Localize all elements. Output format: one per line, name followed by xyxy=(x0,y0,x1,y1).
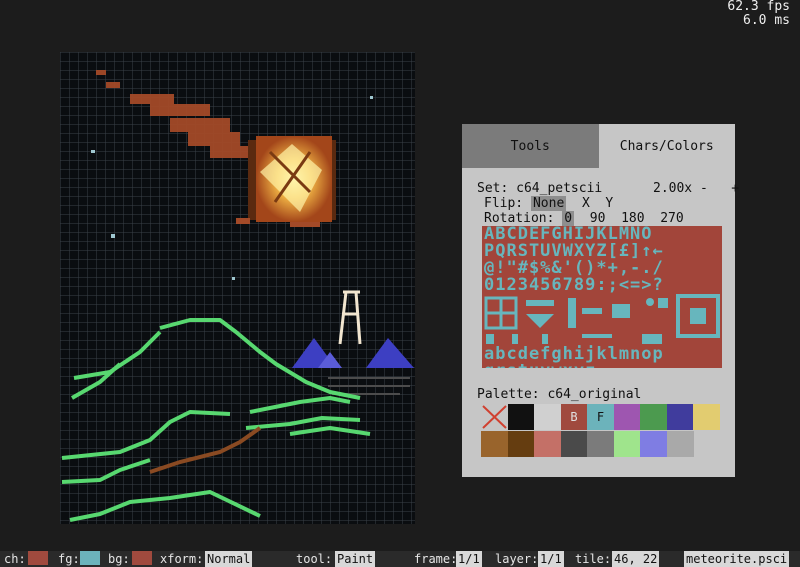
bg-color-swatch[interactable] xyxy=(132,551,152,565)
chars-colors-panel: Tools Chars/Colors Set: c64_petscii 2.00x… xyxy=(462,124,739,477)
canvas-art xyxy=(60,52,415,524)
zoom-in-button[interactable]: + xyxy=(731,181,739,196)
rotation-180-option[interactable]: 180 xyxy=(621,211,644,226)
status-tile-label: tile: xyxy=(575,552,612,566)
fps-readout: 62.3 fps xyxy=(727,0,790,14)
status-fg-label: fg: xyxy=(58,552,80,566)
flip-x-option[interactable]: X xyxy=(582,196,590,211)
status-tool-label: tool: xyxy=(296,552,333,566)
status-tile-value: 46, 22 xyxy=(612,551,660,567)
status-tool-value[interactable]: Paint xyxy=(335,551,376,567)
palette-swatch[interactable] xyxy=(666,404,694,430)
palette-swatch[interactable] xyxy=(640,431,667,457)
palette-swatch[interactable] xyxy=(587,431,614,457)
flip-y-option[interactable]: Y xyxy=(605,196,613,211)
status-layer-label: layer: xyxy=(495,552,539,566)
status-char-label: ch: xyxy=(4,552,26,566)
palette-swatch[interactable] xyxy=(534,404,561,430)
palette-swatch[interactable] xyxy=(481,404,508,430)
palette-swatch[interactable]: F xyxy=(587,404,614,430)
status-xform-value[interactable]: Normal xyxy=(205,551,253,567)
palette-swatch[interactable] xyxy=(507,404,535,430)
palette-swatch[interactable] xyxy=(534,431,561,457)
zoom-out-button[interactable]: - xyxy=(700,181,708,196)
status-filename[interactable]: meteorite.psci xyxy=(684,551,790,567)
rotation-label: Rotation: xyxy=(484,211,555,226)
meteor-core xyxy=(236,136,336,227)
palette-swatch[interactable] xyxy=(640,404,667,430)
palette-label: Palette: xyxy=(477,387,540,402)
palette-swatch[interactable] xyxy=(481,431,508,457)
tab-tools[interactable]: Tools xyxy=(462,124,599,168)
rotation-row: Rotation: 0 90 180 270 xyxy=(484,211,684,226)
performance-readout: 62.3 fps 6.0 ms xyxy=(727,0,790,28)
palette-swatch[interactable] xyxy=(666,431,694,457)
character-grid[interactable]: ABCDEFGHIJKLMNO PQRSTUVWXYZ[£]↑← @!"#$%&… xyxy=(482,226,722,368)
zoom-level: 2.00x xyxy=(653,181,693,196)
status-frame-label: frame: xyxy=(414,552,458,566)
transparent-color-icon xyxy=(482,405,507,429)
palette-name[interactable]: c64_original xyxy=(547,387,641,402)
flip-row: Flip: None X Y xyxy=(484,196,613,211)
char-row-4[interactable]: 0123456789:;<=>? xyxy=(482,277,722,294)
palette-swatch[interactable]: B xyxy=(560,404,588,430)
status-bg-label: bg: xyxy=(108,552,130,566)
set-label: Set: xyxy=(477,181,509,196)
panel-tabs: Tools Chars/Colors xyxy=(462,124,735,168)
flip-label: Flip: xyxy=(484,196,524,211)
status-layer-value[interactable]: 1/1 xyxy=(538,551,564,567)
tab-chars-colors[interactable]: Chars/Colors xyxy=(598,124,735,168)
graphic-chars-block[interactable] xyxy=(482,294,722,346)
palette-swatch[interactable] xyxy=(560,431,588,457)
palette-swatch[interactable] xyxy=(613,431,641,457)
flip-none-option[interactable]: None xyxy=(530,196,567,211)
palette-row: Palette: c64_original xyxy=(477,388,641,402)
charset-row: Set: c64_petscii 2.00x - + xyxy=(477,181,739,196)
palette-swatch[interactable] xyxy=(613,404,641,430)
frame-time-readout: 6.0 ms xyxy=(743,13,790,28)
status-bar: ch: fg: bg: xform: Normal tool: Paint fr… xyxy=(0,551,800,567)
fg-color-swatch[interactable] xyxy=(80,551,100,565)
rotation-90-option[interactable]: 90 xyxy=(590,211,606,226)
palette-swatch[interactable] xyxy=(507,431,535,457)
drawing-canvas[interactable] xyxy=(60,52,415,524)
status-frame-value[interactable]: 1/1 xyxy=(456,551,482,567)
rotation-0-option[interactable]: 0 xyxy=(562,211,575,226)
status-xform-label: xform: xyxy=(160,552,204,566)
rotation-270-option[interactable]: 270 xyxy=(660,211,683,226)
charset-name[interactable]: c64_petscii xyxy=(516,181,602,196)
palette-swatch[interactable] xyxy=(693,404,720,430)
